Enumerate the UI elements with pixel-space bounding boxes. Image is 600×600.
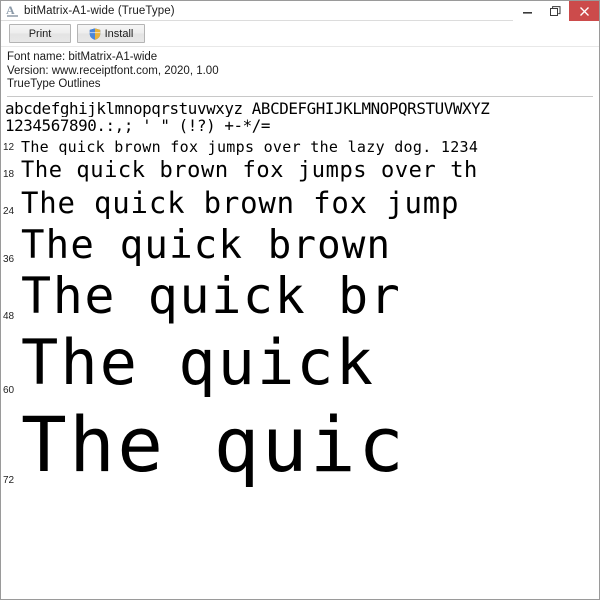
sample-size-label-12: 12 bbox=[3, 141, 15, 153]
restore-button[interactable] bbox=[541, 1, 569, 21]
sample-text-72: The quic bbox=[21, 400, 407, 489]
close-button[interactable] bbox=[569, 1, 599, 21]
toolbar: Print Install bbox=[1, 21, 599, 47]
sample-size-label-18: 18 bbox=[3, 168, 15, 180]
sample-text-36: The quick brown bbox=[21, 222, 392, 268]
sample-row-12: 12 The quick brown fox jumps over the la… bbox=[1, 136, 599, 156]
sample-row-36: 36 The quick brown bbox=[1, 220, 599, 268]
sample-text-60: The quick bbox=[21, 326, 375, 399]
close-icon bbox=[579, 6, 589, 16]
sample-text-12: The quick brown fox jumps over the lazy … bbox=[21, 138, 479, 156]
sample-text-48: The quick br bbox=[21, 267, 402, 325]
sample-size-list: 12 The quick brown fox jumps over the la… bbox=[1, 136, 599, 489]
charset-preview: abcdefghijklmnopqrstuvwxyz ABCDEFGHIJKLM… bbox=[1, 97, 599, 136]
font-file-icon: A bbox=[5, 3, 21, 19]
print-button[interactable]: Print bbox=[9, 24, 71, 43]
sample-row-48: 48 The quick br bbox=[1, 268, 599, 325]
install-button-label: Install bbox=[104, 27, 134, 40]
uac-shield-icon bbox=[89, 27, 100, 40]
restore-icon bbox=[549, 5, 560, 16]
window-controls bbox=[513, 1, 599, 21]
font-name-line: Font name: bitMatrix-A1-wide bbox=[7, 51, 158, 63]
sample-row-60: 60 The quick bbox=[1, 325, 599, 399]
print-button-label: Print bbox=[28, 27, 52, 40]
sample-text-24: The quick brown fox jump bbox=[21, 186, 460, 220]
window-title: bitMatrix-A1-wide (TrueType) bbox=[24, 4, 175, 17]
sample-row-18: 18 The quick brown fox jumps over th bbox=[1, 156, 599, 183]
sample-size-label-24: 24 bbox=[3, 205, 15, 217]
minimize-button[interactable] bbox=[513, 1, 541, 21]
charset-line-letters: abcdefghijklmnopqrstuvwxyz ABCDEFGHIJKLM… bbox=[5, 99, 490, 117]
outlines-line: TrueType Outlines bbox=[7, 78, 101, 90]
sample-row-24: 24 The quick brown fox jump bbox=[1, 183, 599, 220]
charset-line-digits: 1234567890.:,; ' " (!?) +-*/= bbox=[5, 116, 271, 134]
sample-row-72: 72 The quic bbox=[1, 399, 599, 489]
sample-size-label-60: 60 bbox=[3, 384, 15, 396]
minimize-icon bbox=[522, 11, 532, 14]
font-viewer-window: A bitMatrix-A1-wide (TrueType) Print Ins… bbox=[0, 0, 600, 600]
sample-text-18: The quick brown fox jumps over th bbox=[21, 157, 478, 183]
font-info-block: Font name: bitMatrix-A1-wide Version: ww… bbox=[1, 47, 599, 94]
title-bar: A bitMatrix-A1-wide (TrueType) bbox=[1, 1, 599, 21]
sample-size-label-36: 36 bbox=[3, 253, 15, 265]
specimen-area: abcdefghijklmnopqrstuvwxyz ABCDEFGHIJKLM… bbox=[1, 96, 599, 599]
version-line: Version: www.receiptfont.com, 2020, 1.00 bbox=[7, 64, 219, 77]
font-icon-underline bbox=[7, 14, 18, 17]
sample-size-label-48: 48 bbox=[3, 310, 15, 322]
install-button[interactable]: Install bbox=[77, 24, 145, 43]
sample-size-label-72: 72 bbox=[3, 474, 15, 486]
